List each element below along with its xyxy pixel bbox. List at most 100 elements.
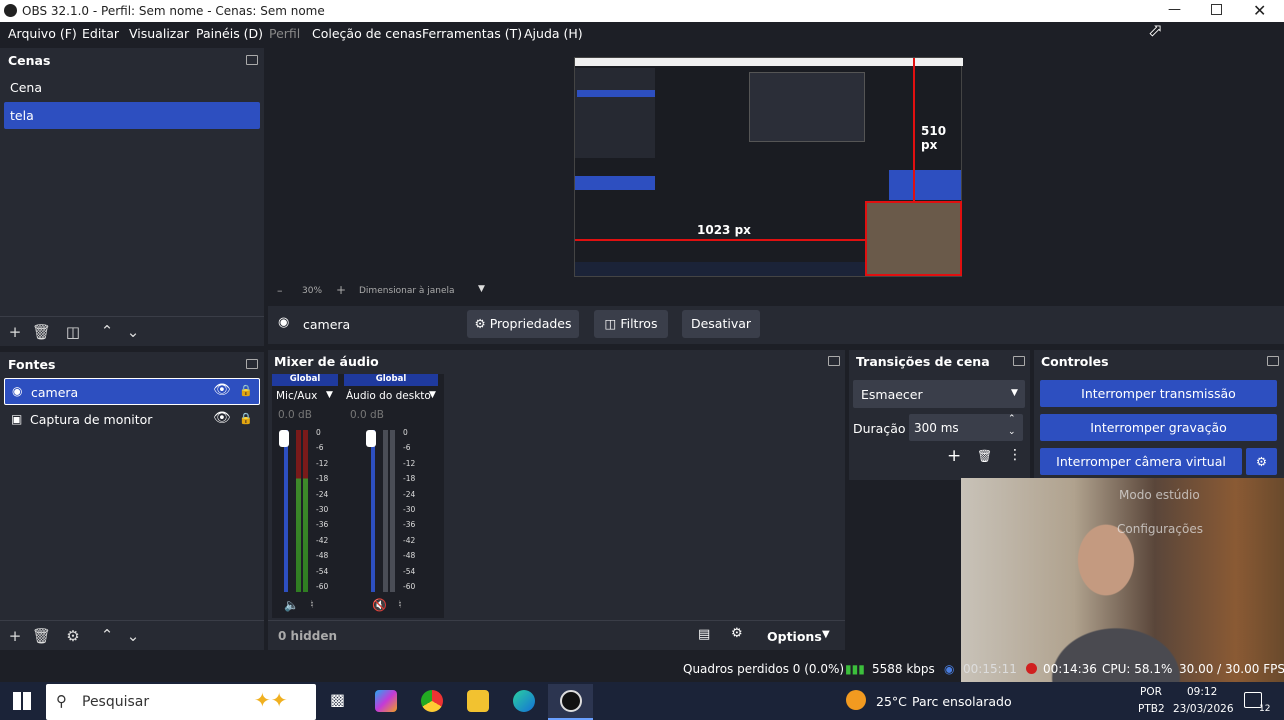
nested-controls: [889, 170, 961, 200]
more-icon[interactable]: ⋮: [1008, 447, 1022, 463]
measure-height-label: 510 px: [921, 124, 947, 152]
menu-visualizar[interactable]: Visualizar: [129, 26, 189, 41]
gear-icon: ⚙: [474, 316, 490, 331]
undock-icon[interactable]: [246, 359, 258, 369]
windows-start-icon[interactable]: [13, 692, 31, 710]
task-view-icon[interactable]: ▩: [330, 690, 345, 709]
channel-name[interactable]: Áudio do deskto: [346, 390, 431, 402]
copilot-icon[interactable]: [375, 690, 397, 712]
level-meter: [303, 430, 308, 592]
keyboard-label[interactable]: PTB2: [1138, 703, 1165, 715]
language-label[interactable]: POR: [1140, 686, 1162, 698]
filters-button[interactable]: ◫ Filtros: [594, 310, 668, 338]
undock-icon[interactable]: [828, 356, 840, 366]
undock-icon[interactable]: [1267, 356, 1279, 366]
studio-mode-button[interactable]: Modo estúdio: [1119, 488, 1200, 502]
add-icon[interactable]: +: [6, 628, 24, 644]
eye-icon[interactable]: 👁: [213, 382, 231, 398]
volume-slider-handle[interactable]: [279, 430, 289, 447]
undock-icon[interactable]: [1013, 356, 1025, 366]
lock-icon[interactable]: 🔒: [239, 384, 253, 397]
trash-icon[interactable]: 🗑: [977, 449, 992, 463]
ticks-1: 0 -6 -12 -18 -24 -30 -36 -42 -48 -54 -60: [316, 428, 336, 598]
menu-ferramentas[interactable]: Ferramentas (T): [422, 26, 522, 41]
zoom-out-icon[interactable]: –: [277, 284, 283, 297]
properties-button[interactable]: ⚙ Propriedades: [467, 310, 579, 338]
obs-taskbar-item[interactable]: [548, 684, 593, 720]
spin-up-icon[interactable]: ⌃: [1008, 414, 1016, 424]
menu-perfil[interactable]: Perfil: [269, 26, 300, 41]
minimize-icon[interactable]: —: [1168, 2, 1181, 17]
file-explorer-icon[interactable]: [467, 690, 489, 712]
up-arrow-icon[interactable]: ⌃: [98, 323, 116, 339]
volume-db: 0.0 dB: [278, 409, 312, 421]
scene-item[interactable]: Cena: [4, 74, 260, 101]
menu-ajuda[interactable]: Ajuda (H): [524, 26, 583, 41]
channel-name[interactable]: Mic/Aux: [276, 390, 317, 402]
settings-button[interactable]: Configurações: [1117, 522, 1203, 536]
zoom-in-icon[interactable]: +: [336, 283, 346, 297]
trash-icon[interactable]: 🗑: [32, 628, 51, 644]
close-icon[interactable]: ✕: [1253, 1, 1266, 20]
monitor-icon: ▣: [11, 412, 23, 426]
stream-icon: ◉: [944, 662, 955, 676]
filter-icon[interactable]: ◫: [64, 324, 82, 340]
add-icon[interactable]: +: [947, 446, 961, 466]
eye-icon[interactable]: 👁: [213, 410, 231, 426]
vcam-settings-button[interactable]: ⚙: [1246, 448, 1277, 475]
clock-date[interactable]: 23/03/2026: [1173, 703, 1234, 715]
down-arrow-icon[interactable]: ⌄: [124, 628, 142, 644]
headphones-icon[interactable]: ♮: [310, 598, 314, 611]
db-tick-label: -60: [316, 582, 329, 591]
volume-slider-track[interactable]: [284, 430, 288, 592]
scenes-dock: Cenas Cena tela + 🗑 ◫ ⌃ ⌄: [0, 48, 264, 346]
volume-slider-handle[interactable]: [366, 430, 376, 447]
speaker-icon[interactable]: 🔈: [284, 598, 299, 612]
chevron-down-icon[interactable]: ▼: [822, 629, 830, 640]
chevron-down-icon[interactable]: ▼: [429, 390, 436, 400]
sources-dock: Fontes camera ◉ 👁 🔒 Captura de monitor ▣…: [0, 352, 264, 650]
transitions-dock: Transições de cena Esmaecer ▼ Duração 30…: [849, 350, 1030, 480]
clock-time[interactable]: 09:12: [1187, 686, 1217, 698]
global-badge: Global: [344, 374, 438, 386]
down-arrow-icon[interactable]: ⌄: [124, 324, 142, 340]
transition-select[interactable]: Esmaecer ▼: [853, 380, 1025, 408]
gear-icon[interactable]: ⚙: [731, 626, 743, 641]
undock-icon[interactable]: [246, 55, 258, 65]
menu-arquivo[interactable]: Arquivo (F): [8, 26, 77, 41]
camera-source-box[interactable]: [865, 201, 962, 276]
restore-icon[interactable]: [1211, 4, 1222, 15]
headphones-icon[interactable]: ♮: [398, 598, 402, 611]
filters-label: Filtros: [620, 316, 658, 331]
record-time: 00:14:36: [1043, 662, 1097, 676]
stop-record-button[interactable]: Interromper gravação: [1040, 414, 1277, 441]
gear-icon[interactable]: ⚙: [64, 628, 82, 644]
stop-vcam-button[interactable]: Interromper câmera virtual: [1040, 448, 1242, 475]
volume-slider-track[interactable]: [371, 430, 375, 592]
spin-down-icon[interactable]: ⌄: [1008, 427, 1016, 437]
layout-icon[interactable]: ▤: [698, 627, 710, 642]
stop-stream-button[interactable]: Interromper transmissão: [1040, 380, 1277, 407]
db-tick-label: 0: [316, 428, 321, 437]
add-icon[interactable]: +: [6, 324, 24, 340]
deactivate-button[interactable]: Desativar: [682, 310, 760, 338]
nested-preview: [749, 72, 865, 142]
duration-spinbox[interactable]: 300 ms ⌃ ⌄: [909, 414, 1023, 441]
chevron-down-icon[interactable]: ▼: [478, 284, 485, 294]
search-box[interactable]: ⚲ Pesquisar ✦✦: [46, 684, 316, 720]
up-arrow-icon[interactable]: ⌃: [98, 627, 116, 643]
scene-item-selected[interactable]: tela: [4, 102, 260, 129]
chevron-down-icon[interactable]: ▼: [326, 390, 333, 400]
trash-icon[interactable]: 🗑: [32, 324, 51, 340]
edge-icon[interactable]: [513, 690, 535, 712]
menu-colecao[interactable]: Coleção de cenas: [312, 26, 422, 41]
chrome-icon[interactable]: [421, 690, 443, 712]
options-button[interactable]: Options: [767, 629, 822, 644]
preview-area[interactable]: 510 px 1023 px – 30% + Dimensionar à jan…: [270, 48, 1284, 297]
muted-speaker-icon[interactable]: 🔇: [372, 598, 387, 612]
menu-paineis[interactable]: Painéis (D): [196, 26, 263, 41]
gear-icon: ⚙: [1255, 454, 1268, 469]
lock-icon[interactable]: 🔒: [239, 412, 253, 425]
menu-editar[interactable]: Editar: [82, 26, 119, 41]
zoom-mode-select[interactable]: Dimensionar à janela: [359, 286, 455, 296]
